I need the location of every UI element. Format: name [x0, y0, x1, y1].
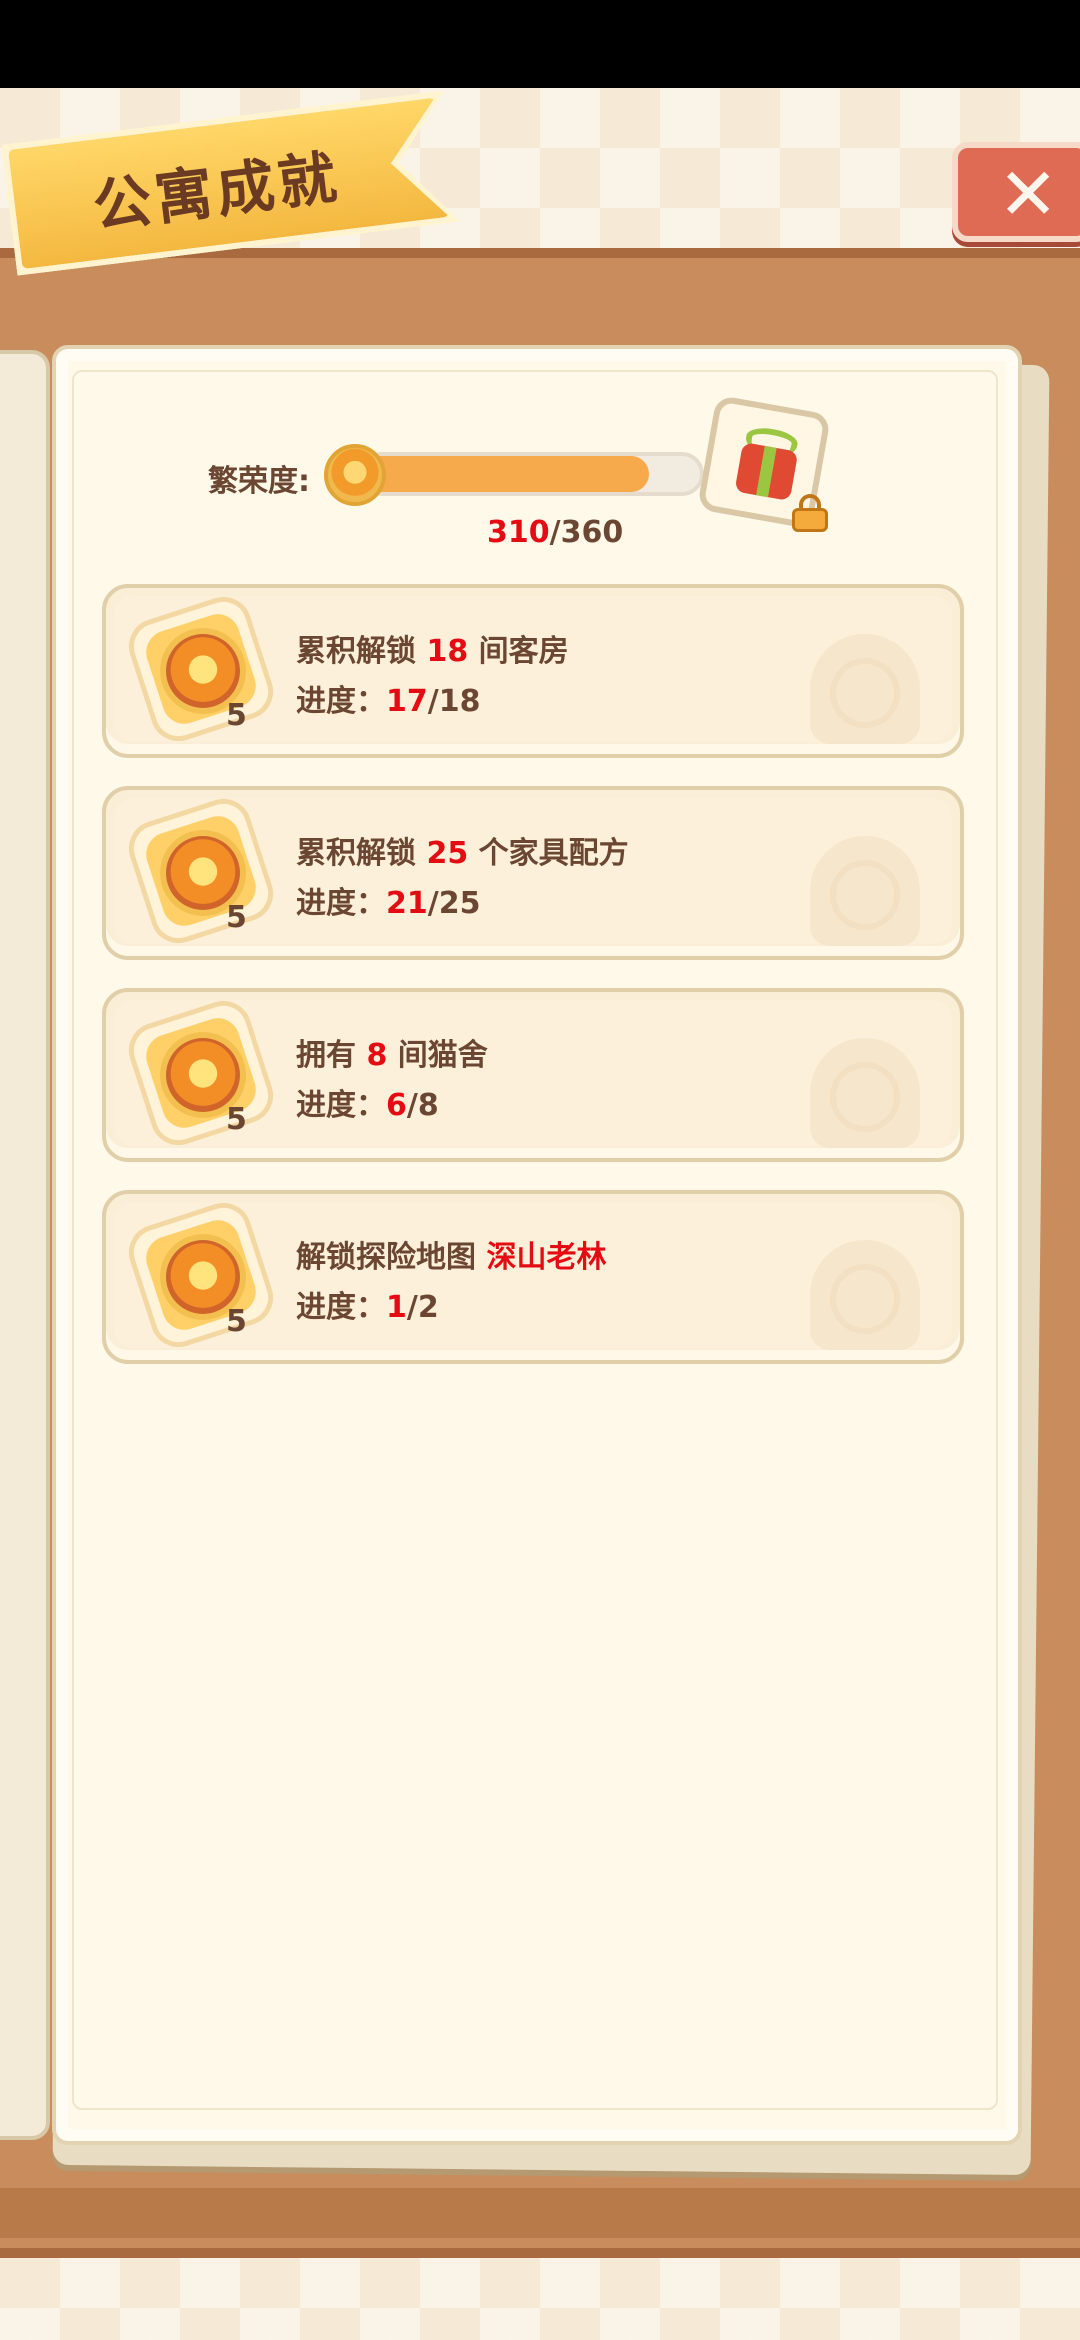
achievement-title: 解锁探险地图 深山老林: [296, 1232, 606, 1276]
medal-icon: [166, 1240, 240, 1314]
achievement-card[interactable]: 5 累积解锁 18 间客房 进度：17/18: [102, 584, 964, 758]
progress-total: /8: [406, 1088, 439, 1123]
progress-total: /18: [427, 684, 481, 719]
achievement-card[interactable]: 5 解锁探险地图 深山老林 进度：1/2: [102, 1190, 964, 1364]
prosperity-current: 310: [487, 515, 550, 550]
title-value: 深山老林: [486, 1240, 607, 1275]
reward-count: 5: [226, 1102, 247, 1137]
achievement-progress: 进度：17/18: [296, 676, 480, 720]
achievement-card[interactable]: 5 拥有 8 间猫舍 进度：6/8: [102, 988, 964, 1162]
close-button[interactable]: ✕: [952, 142, 1080, 242]
progress-label: 进度：: [296, 1088, 386, 1123]
achievement-progress: 进度：6/8: [296, 1080, 439, 1124]
medal-icon: [166, 1038, 240, 1112]
progress-current: 17: [386, 684, 428, 719]
progress-label: 进度：: [296, 684, 386, 719]
achievement-card[interactable]: 5 累积解锁 25 个家具配方 进度：21/25: [102, 786, 964, 960]
achievement-title: 累积解锁 25 个家具配方: [296, 828, 629, 872]
title-suffix: 间客房: [468, 634, 569, 669]
reward-count: 5: [226, 900, 247, 935]
cat-watermark-icon: [810, 836, 920, 946]
progress-current: 1: [386, 1290, 407, 1325]
close-icon: ✕: [998, 152, 1059, 236]
book-left-page: [0, 350, 50, 2140]
title-prefix: 解锁探险地图: [296, 1240, 487, 1275]
lock-icon: [792, 494, 828, 532]
progress-total: /2: [406, 1290, 439, 1325]
title-suffix: 个家具配方: [468, 836, 629, 871]
title-suffix: 间猫舍: [387, 1038, 488, 1073]
achievement-title: 拥有 8 间猫舍: [296, 1030, 488, 1074]
progress-current: 21: [386, 886, 428, 921]
achievement-progress: 进度：1/2: [296, 1282, 439, 1326]
cat-watermark-icon: [810, 1038, 920, 1148]
cat-watermark-icon: [810, 634, 920, 744]
progress-label: 进度：: [296, 886, 386, 921]
shelf-strip: [0, 2188, 1080, 2238]
prosperity-progress: 310/360: [487, 515, 623, 550]
title-prefix: 累积解锁: [296, 836, 427, 871]
progress-current: 6: [386, 1088, 407, 1123]
achievement-progress: 进度：21/25: [296, 878, 480, 922]
title-value: 25: [426, 836, 469, 871]
medal-icon: [166, 836, 240, 910]
title-prefix: 拥有: [296, 1038, 367, 1073]
title-prefix: 累积解锁: [296, 634, 427, 669]
medal-icon: [166, 634, 240, 708]
medal-icon: [324, 444, 386, 506]
prosperity-bar-fill: [360, 456, 649, 492]
cat-watermark-icon: [810, 1240, 920, 1350]
title-value: 18: [426, 634, 469, 669]
lock-body: [792, 508, 828, 532]
reward-count: 5: [226, 1304, 247, 1339]
reward-count: 5: [226, 698, 247, 733]
status-bar: [0, 0, 1080, 88]
prosperity-total: /360: [549, 515, 624, 550]
progress-label: 进度：: [296, 1290, 386, 1325]
achievement-title: 累积解锁 18 间客房: [296, 626, 569, 670]
title-value: 8: [366, 1038, 388, 1073]
prosperity-label: 繁荣度:: [208, 464, 310, 499]
progress-total: /25: [427, 886, 481, 921]
